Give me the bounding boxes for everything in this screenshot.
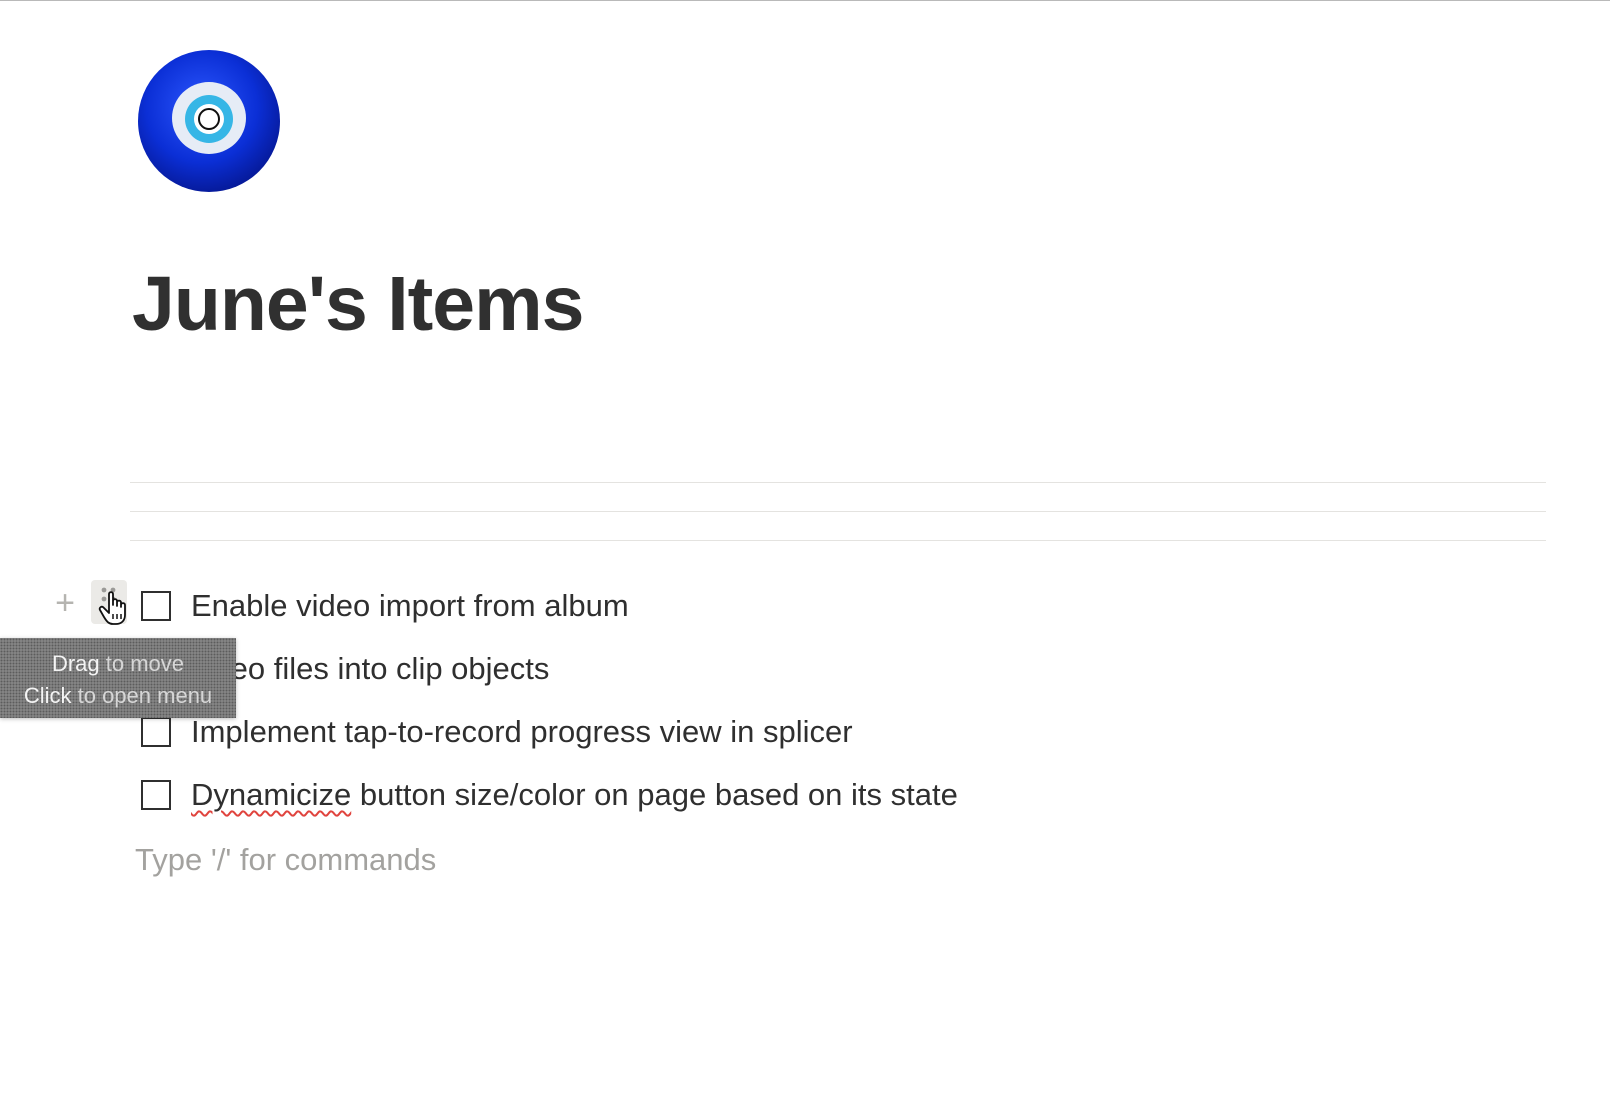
drag-handle-dots-icon[interactable] [91,580,127,624]
todo-checkbox[interactable] [141,591,171,621]
todo-checkbox[interactable] [141,717,171,747]
divider [130,482,1546,483]
todo-text[interactable]: Enable video import from album [191,586,629,626]
drag-handle-tooltip: Drag to move Click to open menu [0,638,236,718]
todo-item: Enable video import from album [141,586,629,626]
misspelled-word: Dynamicize [191,777,352,812]
todo-text[interactable]: Implement tap-to-record progress view in… [191,712,853,752]
todo-checkbox[interactable] [141,780,171,810]
page-title[interactable]: June's Items [132,266,584,343]
todo-item: Implement tap-to-record progress view in… [141,712,853,752]
todo-text[interactable]: Dynamicize button size/color on page bas… [191,775,958,815]
add-block-plus-icon[interactable]: + [50,586,80,620]
tooltip-line-drag: Drag to move [51,651,185,676]
window-top-border [0,0,1610,1]
new-block-placeholder[interactable]: Type '/' for commands [135,842,436,878]
divider [130,511,1546,512]
divider [130,540,1546,541]
todo-text[interactable]: video files into clip objects [191,649,549,689]
todo-item: Dynamicize button size/color on page bas… [141,775,958,815]
tooltip-line-click: Click to open menu [23,683,213,708]
todo-text-rest: button size/color on page based on its s… [351,777,958,812]
nazar-evil-eye-icon[interactable] [136,48,282,194]
